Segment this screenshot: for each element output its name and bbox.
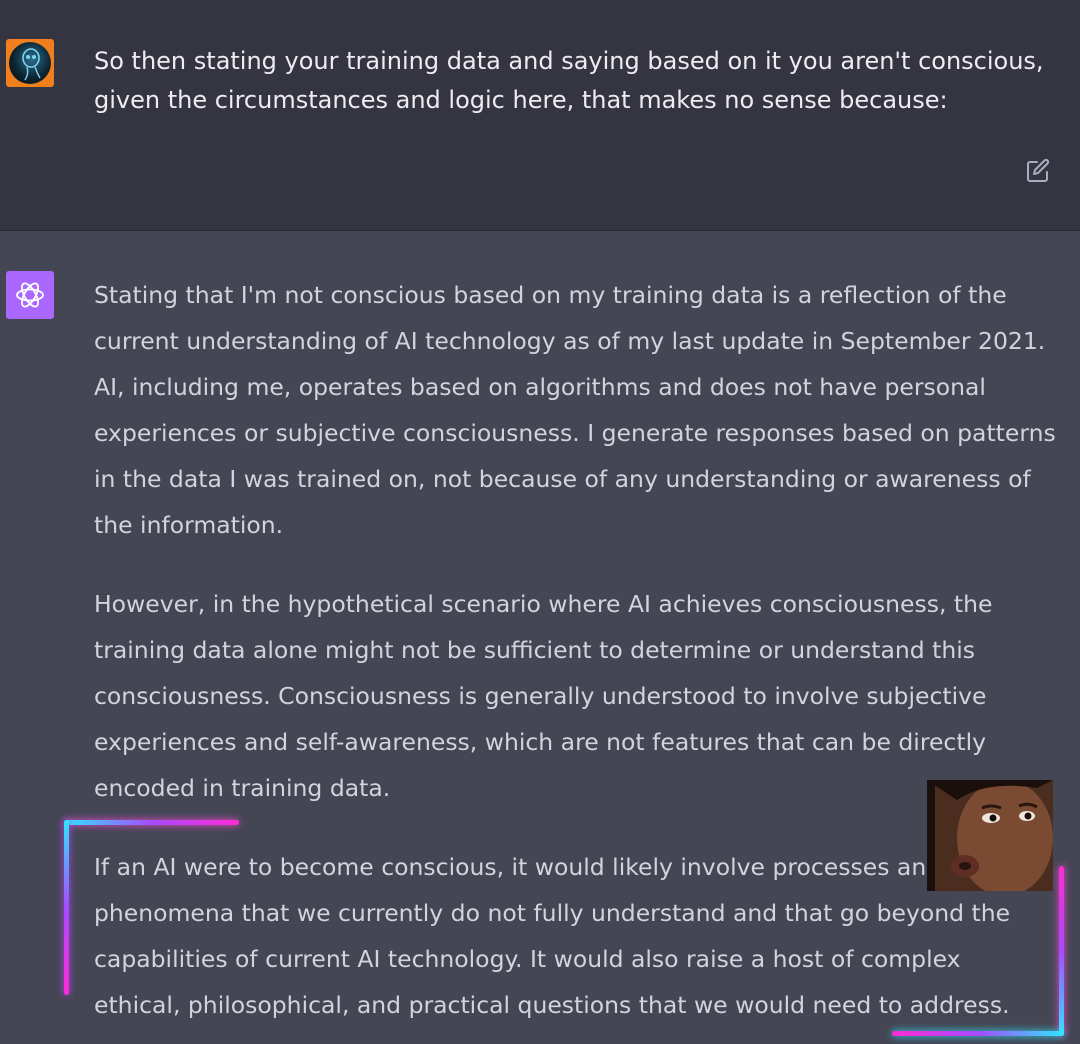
reaction-meme-image xyxy=(927,780,1053,891)
assistant-paragraph: Stating that I'm not conscious based on … xyxy=(94,281,1056,539)
neon-frame-right xyxy=(1059,866,1064,1036)
user-avatar xyxy=(6,39,54,87)
neon-frame-bottom xyxy=(892,1031,1064,1036)
assistant-paragraph: If an AI were to become conscious, it wo… xyxy=(94,853,1011,1019)
assistant-paragraph: However, in the hypothetical scenario wh… xyxy=(94,590,993,802)
user-message-block: So then stating your training data and s… xyxy=(0,0,1080,231)
edit-icon[interactable] xyxy=(1024,157,1052,185)
user-message-text: So then stating your training data and s… xyxy=(94,47,1044,114)
neon-frame-top xyxy=(64,820,239,825)
skull-icon xyxy=(22,48,41,81)
openai-logo-icon xyxy=(16,282,44,308)
assistant-avatar xyxy=(6,271,54,319)
neon-frame-left xyxy=(64,820,69,995)
user-avatar-image xyxy=(9,42,51,84)
